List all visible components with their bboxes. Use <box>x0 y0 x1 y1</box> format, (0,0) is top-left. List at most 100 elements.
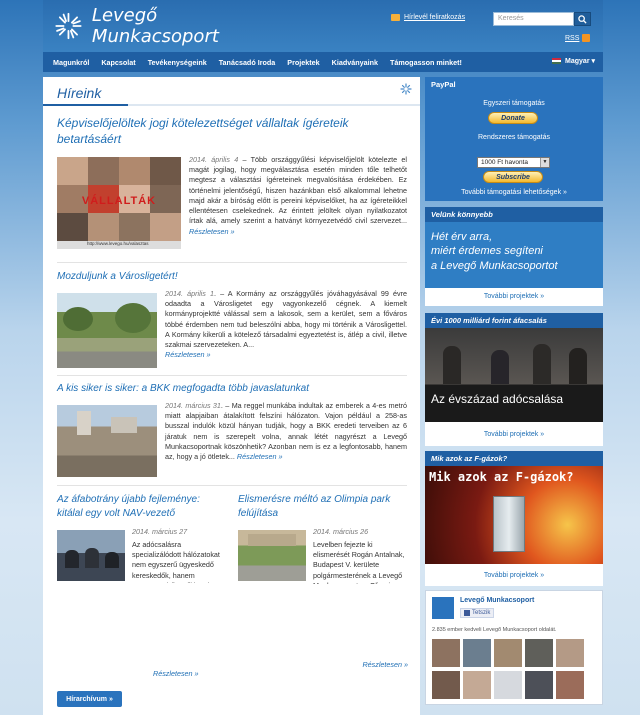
article-separator <box>57 375 407 376</box>
avatar[interactable] <box>525 671 553 699</box>
avatar[interactable] <box>556 639 584 667</box>
read-more-link-5[interactable]: Részletesen » <box>362 660 408 669</box>
hungarian-flag-icon <box>552 58 562 64</box>
vat-fraud-banner-text: Az évszázad adócsalása <box>431 392 564 406</box>
newsletter-label: Hírlevél feliratkozás <box>404 14 466 21</box>
article-body-1: 2014. április 4 – Több országgyűlési kép… <box>189 155 407 237</box>
more-projects-link-3[interactable]: További projektek » <box>425 572 603 579</box>
dropdown-arrow-icon: ▼ <box>540 158 549 167</box>
article-date-2: 2014. április 1 <box>165 289 214 298</box>
recurring-amount-select[interactable]: 1000 Ft havonta ▼ <box>477 157 550 168</box>
page-wrapper: Levegő Munkacsoport Hírlevél feliratkozá… <box>43 0 603 715</box>
archive-button[interactable]: Hírarchívum » <box>57 691 122 707</box>
article-excerpt-5: Levelben fejezte ki elismerését Rogán An… <box>313 540 408 584</box>
main-navigation: Magunkról Kapcsolat Tevékenységeink Taná… <box>43 52 603 72</box>
more-support-link[interactable]: További támogatási lehetőségek » <box>425 189 603 196</box>
read-more-link-4[interactable]: Részletesen » <box>153 669 199 678</box>
rss-label: RSS <box>565 34 580 42</box>
select-value: 1000 Ft havonta <box>481 159 528 166</box>
avatar[interactable] <box>432 639 460 667</box>
article-date-5: 2014. március 26 <box>313 527 369 536</box>
banner-line-1: Hét érv arra, <box>431 231 493 243</box>
section-title: Híreink <box>57 85 102 101</box>
banner-line-3: a Levegő Munkacsoportot <box>431 259 558 272</box>
site-logo[interactable]: Levegő Munkacsoport <box>53 5 253 47</box>
avatar[interactable] <box>432 671 460 699</box>
search-input[interactable]: Keresés <box>493 12 574 26</box>
sidebar: PayPal Egyszeri támogatás Donate Rendsze… <box>425 77 603 705</box>
search-button[interactable] <box>574 12 591 26</box>
article-excerpt-5-text: Levelben fejezte ki elismerését Rogán An… <box>313 540 405 584</box>
velunk-heading: Velünk könnyebb <box>425 207 603 222</box>
article-image-5[interactable] <box>238 530 306 581</box>
article-excerpt-5-more: Részletesen » <box>238 660 408 670</box>
newsletter-link[interactable]: Hírlevél feliratkozás <box>391 14 465 21</box>
article-excerpt-1: – Több országgyűlési képviselőjelölt köt… <box>189 155 408 226</box>
avatar[interactable] <box>463 671 491 699</box>
nav-item-kapcsolat[interactable]: Kapcsolat <box>95 58 141 67</box>
title-underline <box>43 104 128 106</box>
vat-fraud-banner[interactable]: Az évszázad adócsalása <box>425 328 603 422</box>
article-title-4[interactable]: Az áfabotrány újabb fejleménye: kitálal … <box>57 493 222 520</box>
fgas-banner-text: Mik azok az F-gázok? <box>429 470 574 484</box>
read-more-link-2[interactable]: Részletesen » <box>165 350 211 359</box>
language-selector[interactable]: Magyar ▾ <box>552 57 595 65</box>
nav-item-kiadvanyaink[interactable]: Kiadványaink <box>326 58 384 67</box>
fgas-heading: Mik azok az F-gázok? <box>425 451 603 466</box>
avatar[interactable] <box>494 639 522 667</box>
fgas-banner[interactable]: Mik azok az F-gázok? <box>425 466 603 564</box>
velunk-banner[interactable]: Hét érv arra, miért érdemes segíteni a L… <box>425 222 603 288</box>
vat-fraud-box: Az évszázad adócsalása További projektek… <box>425 328 603 446</box>
article-date-1: 2014. április 4 <box>189 155 239 164</box>
one-time-label: Egyszeri támogatás <box>483 100 545 107</box>
more-projects-link-2[interactable]: További projektek » <box>425 431 603 438</box>
article-image-3[interactable] <box>57 405 157 477</box>
rss-link[interactable]: RSS <box>565 34 591 42</box>
facebook-page-name[interactable]: Levegő Munkacsoport <box>460 597 534 604</box>
avatar[interactable] <box>494 671 522 699</box>
article-separator <box>57 485 407 486</box>
article-body-3: 2014. március 31. – Ma reggel munkába in… <box>165 401 407 462</box>
article-title-5[interactable]: Elismerésre méltó az Olimpia park felújí… <box>238 493 408 520</box>
vat-fraud-heading: Évi 1000 milliárd forint áfacsalás <box>425 313 603 328</box>
article-excerpt-2: . – A Kormány az országgyűlés jóváhagyás… <box>165 289 408 350</box>
avatar[interactable] <box>525 639 553 667</box>
more-projects-link-1[interactable]: További projektek » <box>425 293 603 300</box>
search-icon <box>578 14 587 24</box>
avatar[interactable] <box>556 671 584 699</box>
article-image-2[interactable] <box>57 293 157 368</box>
article-image-1[interactable]: VÁLLALTÁK http://www.levego.hu/valasztas <box>57 157 181 249</box>
read-more-link-3[interactable]: Részletesen » <box>237 452 283 461</box>
facebook-page-avatar <box>432 597 454 619</box>
article-title-3[interactable]: A kis siker is siker: a BKK megfogadta t… <box>57 382 397 396</box>
read-more-link-1[interactable]: Részletesen » <box>189 227 235 236</box>
paypal-heading: PayPal <box>425 77 603 92</box>
paypal-box: Egyszeri támogatás Donate Rendszeres tám… <box>425 92 603 201</box>
article-body-5: 2014. március 26 <box>313 527 408 537</box>
envelope-icon <box>391 14 400 21</box>
sunburst-icon <box>400 83 412 95</box>
nav-item-magunkrol[interactable]: Magunkról <box>43 58 95 67</box>
article-separator <box>57 262 407 263</box>
nav-item-tanacsado-iroda[interactable]: Tanácsadó Iroda <box>213 58 282 67</box>
nav-item-tevekenysegeink[interactable]: Tevékenységeink <box>142 58 213 67</box>
nav-item-tamogasson[interactable]: Támogasson minket! <box>384 58 468 67</box>
nav-item-projektek[interactable]: Projektek <box>281 58 325 67</box>
article-image-caption: http://www.levego.hu/valasztas <box>87 241 149 246</box>
sunburst-logo-icon <box>55 12 82 40</box>
article-title-2[interactable]: Mozduljunk a Városligetért! <box>57 270 397 284</box>
fgas-box: Mik azok az F-gázok? További projektek » <box>425 466 603 586</box>
facebook-like-button[interactable]: Tetszik <box>460 608 495 618</box>
donate-button[interactable]: Donate <box>488 112 538 124</box>
article-excerpt-4-flow <box>57 541 222 641</box>
avatar[interactable] <box>463 639 491 667</box>
facebook-widget: Levegő Munkacsoport Tetszik 2.835 ember … <box>425 590 603 705</box>
logo-text: Levegő Munkacsoport <box>91 5 219 47</box>
language-label: Magyar ▾ <box>565 58 595 65</box>
article-title-1[interactable]: Képviselőjelöltek jogi kötelezettséget v… <box>57 115 397 147</box>
facebook-icon <box>464 610 470 616</box>
article-date-3: 2014. március 31 <box>165 401 221 410</box>
facebook-like-label: Tetszik <box>472 610 491 616</box>
article-body-2: 2014. április 1. – A Kormány az országgy… <box>165 289 407 361</box>
subscribe-button[interactable]: Subscribe <box>483 171 543 183</box>
